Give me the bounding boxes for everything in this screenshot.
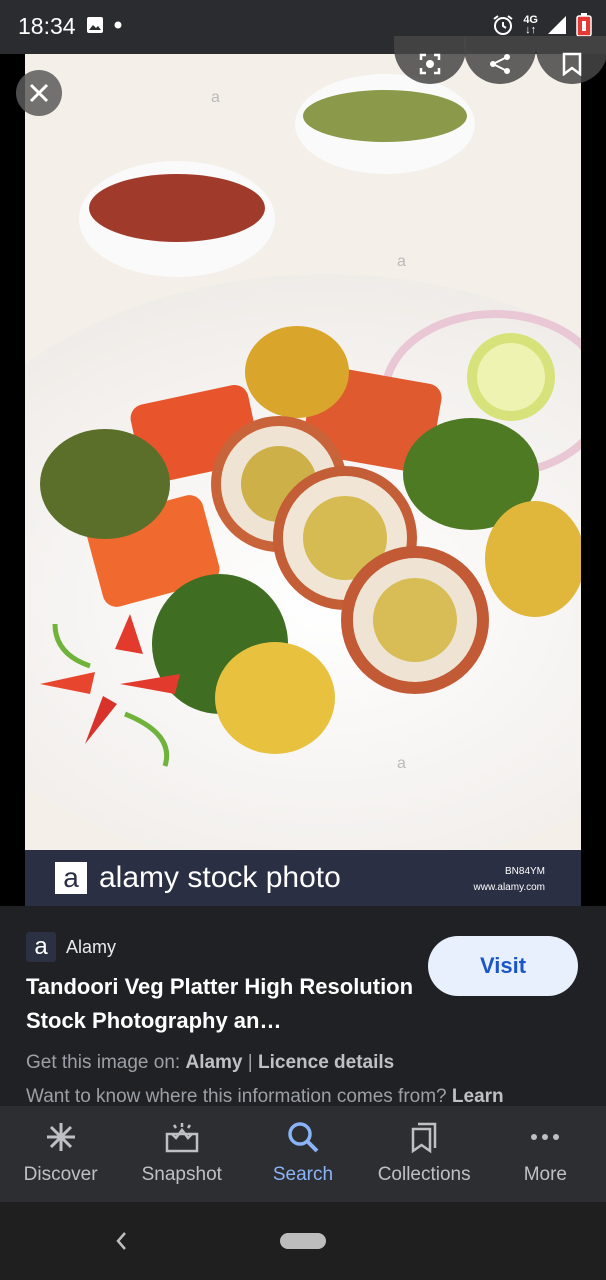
banner-url: www.alamy.com (473, 882, 546, 893)
alarm-icon (493, 15, 513, 35)
image-title[interactable]: Tandoori Veg Platter High Resolution Sto… (26, 970, 426, 1038)
nav-more[interactable]: More (488, 1106, 602, 1202)
licence-details-link[interactable]: Licence details (258, 1052, 394, 1073)
svg-text:a: a (211, 89, 220, 106)
banner-meta: BN84YM www.alamy.com (474, 864, 546, 896)
battery-low-icon (576, 13, 592, 37)
system-navigation-bar (0, 1202, 606, 1280)
snapshot-icon (165, 1123, 199, 1153)
nav-search[interactable]: Search (246, 1106, 360, 1202)
nav-discover[interactable]: Discover (4, 1106, 118, 1202)
info-source-line: Want to know where this information come… (26, 1086, 504, 1107)
share-icon (490, 54, 510, 74)
banner-text: alamy stock photo (99, 861, 341, 894)
alamy-logo: a (55, 862, 87, 894)
visit-button[interactable]: Visit (428, 936, 578, 996)
svg-text:a: a (397, 253, 406, 270)
signal-icon (548, 16, 566, 34)
source-name: Alamy (66, 936, 117, 957)
lens-icon (419, 53, 441, 75)
collections-icon (411, 1122, 437, 1154)
bookmark-icon (562, 52, 582, 76)
image-info-panel: a Alamy Tandoori Veg Platter High Resolu… (0, 906, 606, 1107)
dot-notification-icon (114, 21, 122, 29)
bottom-navigation: Discover Snapshot Search Collections Mor… (0, 1106, 606, 1202)
food-photo[interactable]: a a a (25, 54, 581, 906)
close-button[interactable] (16, 70, 62, 116)
source-link[interactable]: Alamy (185, 1052, 242, 1073)
nav-collections[interactable]: Collections (367, 1106, 481, 1202)
get-image-line: Get this image on: Alamy | Licence detai… (26, 1052, 395, 1073)
image-viewer[interactable]: a a a a alamy stock photo BN84YM www.ala… (0, 36, 606, 906)
learn-link[interactable]: Learn (452, 1086, 504, 1107)
source-row[interactable]: a Alamy (26, 932, 116, 962)
nav-snapshot[interactable]: Snapshot (125, 1106, 239, 1202)
svg-text:a: a (397, 755, 406, 772)
alamy-banner: a alamy stock photo BN84YM www.alamy.com (25, 850, 581, 906)
more-icon (531, 1134, 560, 1140)
asterisk-icon (46, 1123, 75, 1151)
gallery-notification-icon (87, 17, 103, 33)
source-logo: a (26, 932, 56, 962)
network-indicator: 4G ↓↑ (523, 14, 538, 36)
tandoori-platter-image: a a a (25, 54, 581, 906)
home-button[interactable] (280, 1233, 326, 1249)
search-icon (288, 1122, 319, 1153)
close-icon (29, 83, 49, 103)
back-icon[interactable] (110, 1226, 132, 1256)
image-code: BN84YM (504, 866, 545, 877)
status-time: 18:34 (18, 13, 76, 39)
